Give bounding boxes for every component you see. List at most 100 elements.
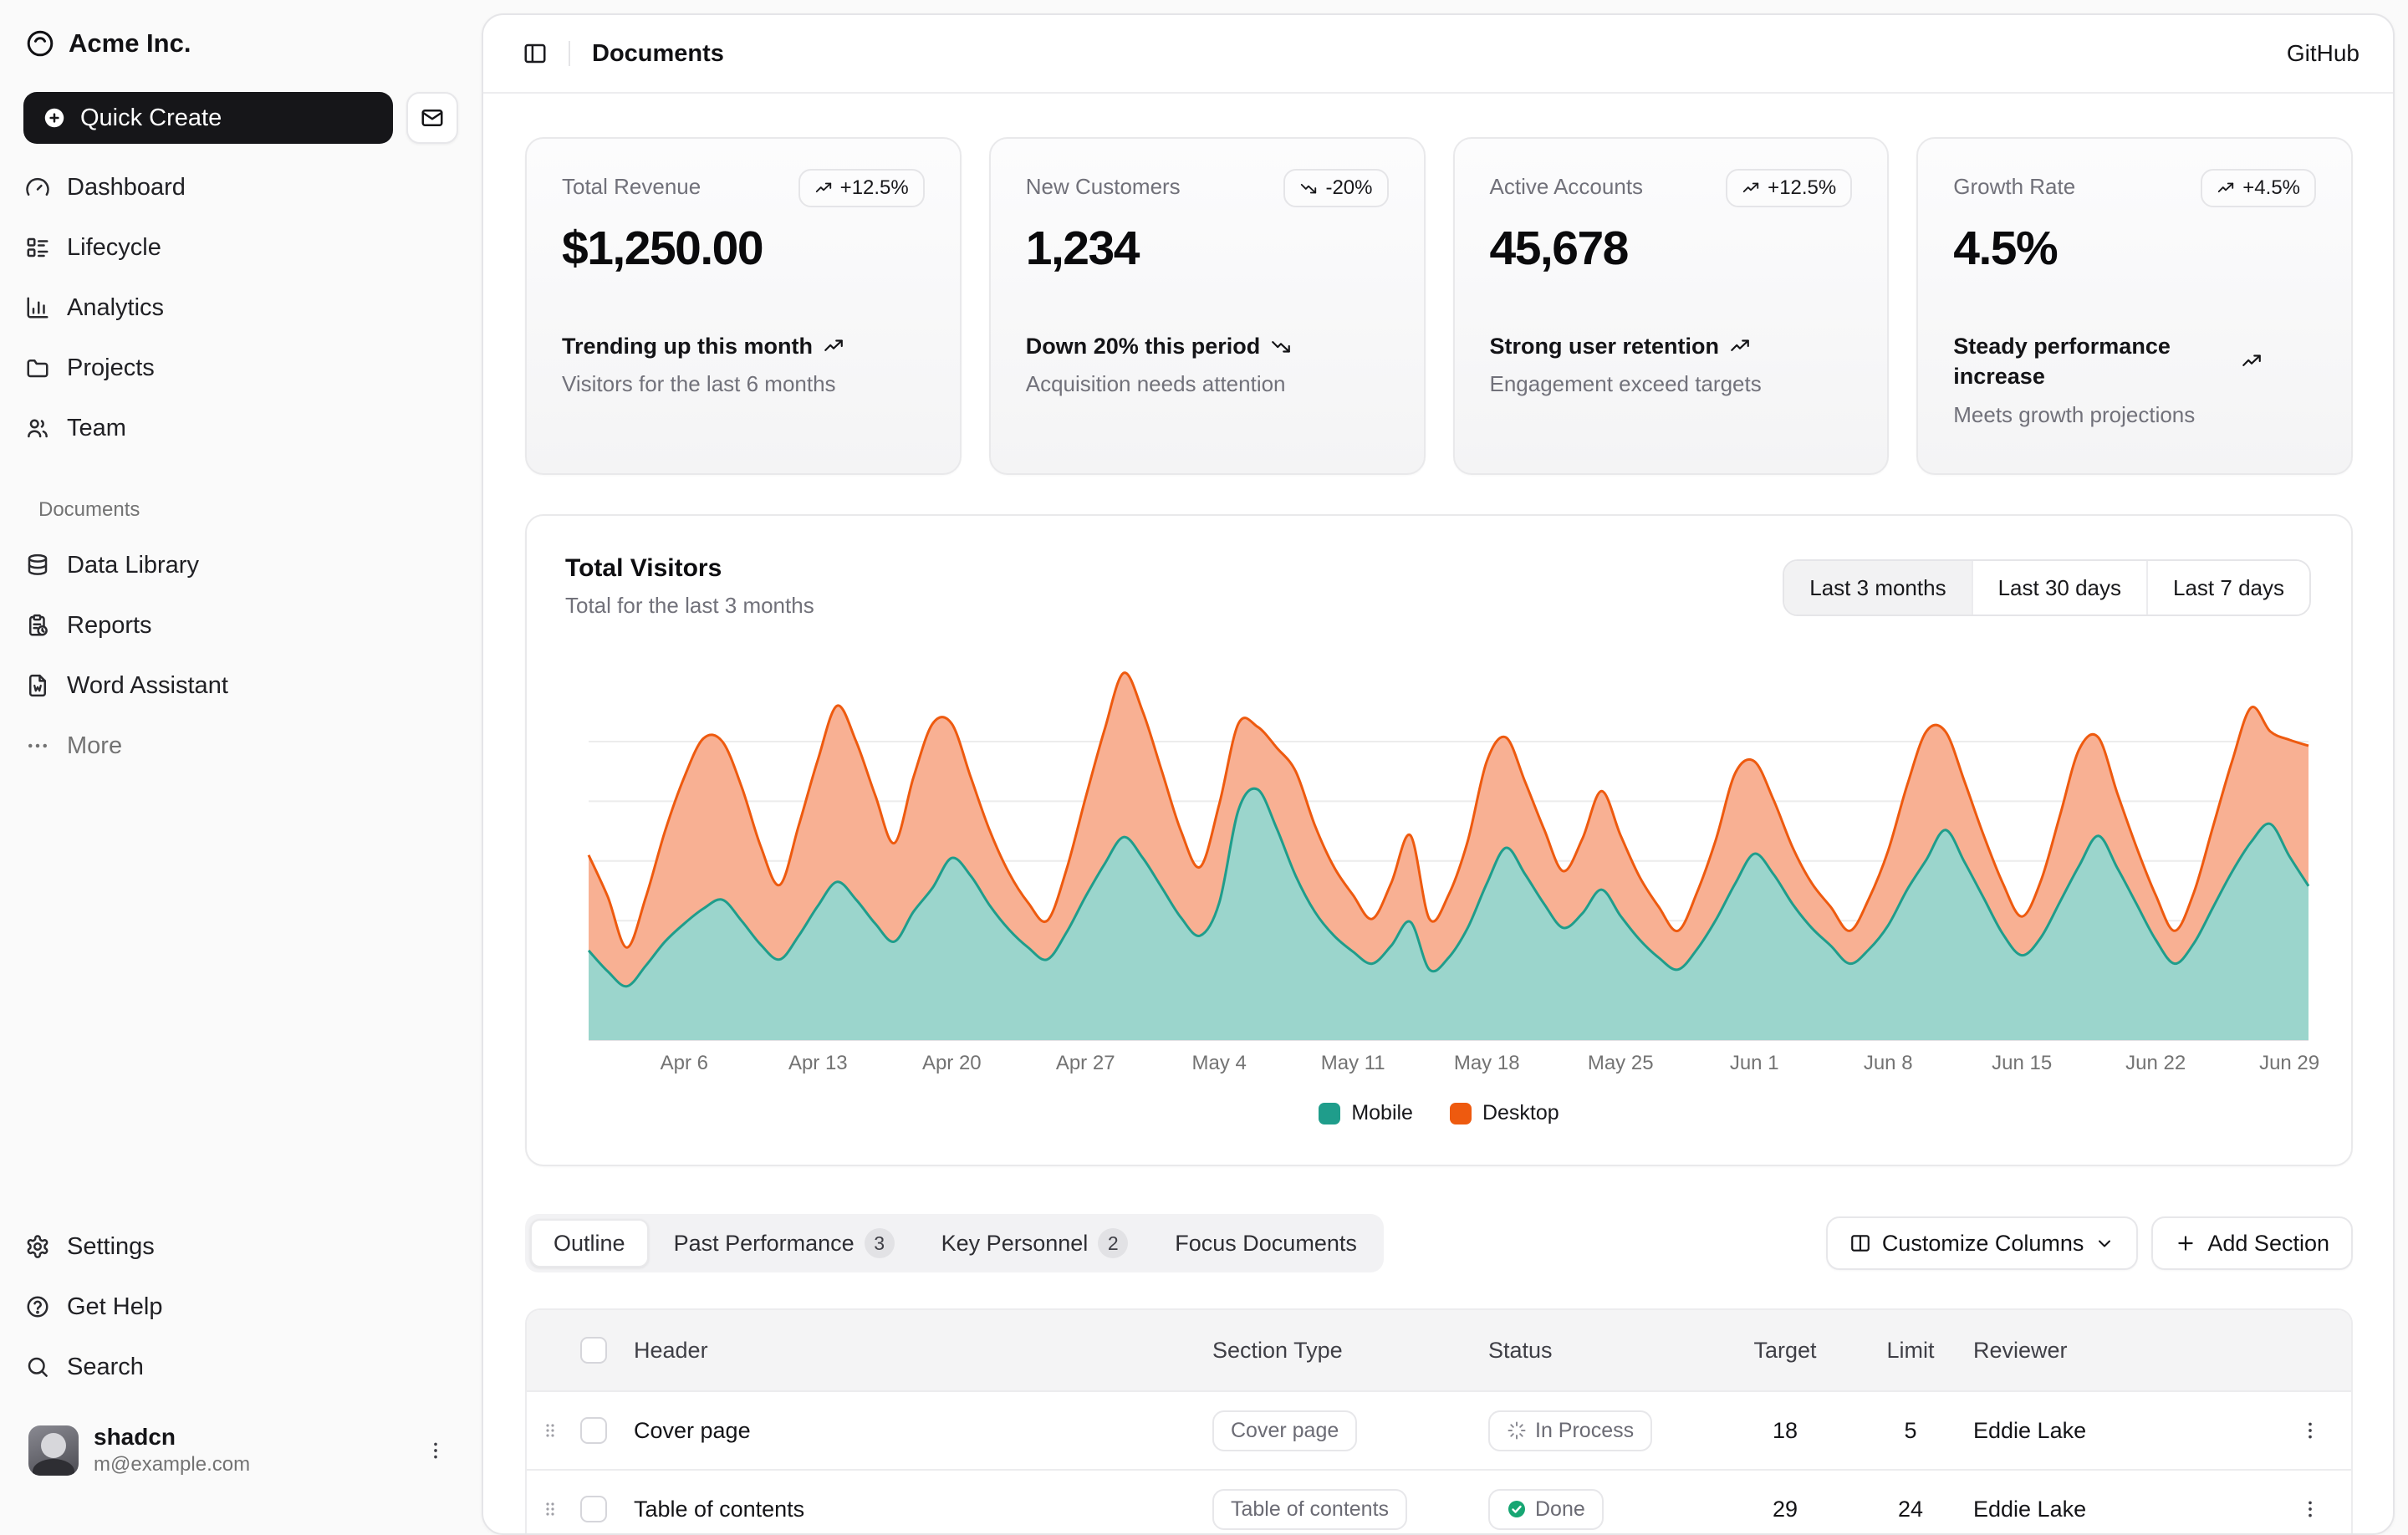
svg-text:May 18: May 18: [1454, 1052, 1520, 1074]
stat-value: $1,250.00: [562, 221, 925, 276]
svg-text:Apr 27: Apr 27: [1056, 1052, 1115, 1074]
view-tabs: Outline Past Performance3 Key Personnel2…: [525, 1214, 1384, 1272]
chart-column-icon: [25, 295, 50, 320]
sidebar-item-dashboard[interactable]: Dashboard: [12, 157, 470, 217]
stat-card-new-customers: New Customers -20% 1,234 Down 20% this p…: [989, 137, 1426, 475]
avatar: [28, 1425, 79, 1476]
database-icon: [25, 553, 50, 578]
tab-past-performance[interactable]: Past Performance3: [652, 1219, 916, 1267]
count-badge: 3: [865, 1228, 895, 1258]
stat-value: 4.5%: [1953, 221, 2316, 276]
sidebar-item-team[interactable]: Team: [12, 398, 470, 458]
tab-outline[interactable]: Outline: [530, 1219, 649, 1267]
user-email: m@example.com: [94, 1453, 410, 1476]
chart-legend: Mobile Desktop: [527, 1101, 2351, 1125]
add-section-button[interactable]: Add Section: [2151, 1216, 2353, 1270]
sidebar-item-data-library[interactable]: Data Library: [12, 535, 470, 595]
svg-text:Jun 29: Jun 29: [2259, 1052, 2319, 1074]
app-header: Documents GitHub: [483, 15, 2393, 94]
row-menu-button[interactable]: [2294, 1493, 2326, 1525]
row-menu-button[interactable]: [2294, 1415, 2326, 1446]
file-word-icon: [25, 673, 50, 698]
ellipsis-icon: [25, 733, 50, 758]
table-toolbar: Outline Past Performance3 Key Personnel2…: [525, 1214, 2353, 1272]
row-title[interactable]: Cover page: [634, 1418, 1212, 1444]
kebab-icon: [2299, 1420, 2321, 1441]
trend-badge: +12.5%: [1726, 169, 1852, 207]
logo-icon: [25, 28, 55, 59]
tab-focus-documents[interactable]: Focus Documents: [1153, 1219, 1379, 1267]
grip-vertical-icon: [540, 1499, 560, 1519]
svg-text:May 11: May 11: [1321, 1052, 1385, 1074]
table-row: Table of contents Table of contents Done…: [527, 1469, 2351, 1535]
brand-name: Acme Inc.: [69, 28, 191, 59]
trend-badge: +12.5%: [798, 169, 925, 207]
row-checkbox[interactable]: [580, 1417, 607, 1444]
search-icon: [25, 1354, 50, 1379]
visitors-chart-card: Total Visitors Total for the last 3 mont…: [525, 514, 2353, 1166]
select-all-checkbox[interactable]: [580, 1337, 607, 1364]
kebab-icon: [2299, 1498, 2321, 1520]
github-link[interactable]: GitHub: [2287, 40, 2360, 67]
stat-card-active-accounts: Active Accounts +12.5% 45,678 Strong use…: [1453, 137, 1890, 475]
trending-up-icon: [1729, 335, 1751, 357]
trending-down-icon: [1270, 335, 1292, 357]
svg-text:Apr 20: Apr 20: [922, 1052, 982, 1074]
svg-text:Apr 6: Apr 6: [661, 1052, 708, 1074]
tab-key-personnel[interactable]: Key Personnel2: [920, 1219, 1150, 1267]
sidebar-item-more[interactable]: More: [12, 716, 470, 776]
documents-nav: Data Library Reports Word Assistant More: [0, 535, 482, 776]
sidebar-item-get-help[interactable]: Get Help: [12, 1277, 470, 1337]
mail-icon: [420, 105, 445, 130]
sidebar-item-settings[interactable]: Settings: [12, 1216, 470, 1277]
page-title: Documents: [592, 40, 724, 68]
area-chart: Apr 6Apr 13Apr 20Apr 27May 4May 11May 18…: [527, 516, 2358, 1168]
inbox-button[interactable]: [406, 92, 458, 144]
sidebar-toggle-button[interactable]: [517, 35, 554, 72]
sidebar-item-reports[interactable]: Reports: [12, 595, 470, 655]
svg-text:Jun 8: Jun 8: [1864, 1052, 1913, 1074]
stat-card-growth-rate: Growth Rate +4.5% 4.5% Steady performanc…: [1916, 137, 2353, 475]
trend-badge: -20%: [1283, 169, 1388, 207]
quick-create-button[interactable]: Quick Create: [23, 92, 393, 144]
svg-text:Jun 22: Jun 22: [2125, 1052, 2186, 1074]
sidebar-item-lifecycle[interactable]: Lifecycle: [12, 217, 470, 278]
legend-desktop: Desktop: [1450, 1101, 1559, 1125]
user-menu[interactable]: shadcn m@example.com: [20, 1415, 462, 1485]
desktop-swatch: [1450, 1103, 1472, 1124]
drag-handle[interactable]: [540, 1420, 580, 1441]
sidebar-item-analytics[interactable]: Analytics: [12, 278, 470, 338]
sidebar-item-search[interactable]: Search: [12, 1337, 470, 1397]
brand[interactable]: Acme Inc.: [25, 28, 457, 59]
stat-value: 1,234: [1026, 221, 1389, 276]
main-nav: Dashboard Lifecycle Analytics Projects T…: [0, 157, 482, 458]
svg-text:Jun 15: Jun 15: [1992, 1052, 2052, 1074]
user-name: shadcn: [94, 1424, 410, 1451]
count-badge: 2: [1098, 1228, 1128, 1258]
svg-text:Jun 1: Jun 1: [1730, 1052, 1779, 1074]
sidebar-item-word-assistant[interactable]: Word Assistant: [12, 655, 470, 716]
users-icon: [25, 416, 50, 441]
row-title[interactable]: Table of contents: [634, 1497, 1212, 1522]
main-panel: Documents GitHub Total Revenue +12.5% $1…: [482, 13, 2395, 1535]
mobile-swatch: [1319, 1103, 1340, 1124]
customize-columns-button[interactable]: Customize Columns: [1826, 1216, 2139, 1270]
drag-handle[interactable]: [540, 1499, 580, 1519]
stat-card-total-revenue: Total Revenue +12.5% $1,250.00 Trending …: [525, 137, 962, 475]
trending-up-icon: [2241, 350, 2263, 372]
svg-text:May 25: May 25: [1588, 1052, 1654, 1074]
folder-icon: [25, 355, 50, 380]
columns-icon: [1849, 1232, 1871, 1254]
row-checkbox[interactable]: [580, 1496, 607, 1522]
header-divider: [569, 41, 570, 66]
sidebar-item-projects[interactable]: Projects: [12, 338, 470, 398]
plus-circle-icon: [42, 105, 67, 130]
trending-up-icon: [1742, 179, 1760, 197]
check-circle-icon: [1507, 1499, 1527, 1519]
trending-up-icon: [814, 179, 833, 197]
grip-vertical-icon: [540, 1420, 560, 1441]
status-badge: In Process: [1488, 1410, 1652, 1451]
section-type-badge: Cover page: [1212, 1410, 1357, 1451]
loader-icon: [1507, 1420, 1527, 1441]
help-circle-icon: [25, 1294, 50, 1319]
